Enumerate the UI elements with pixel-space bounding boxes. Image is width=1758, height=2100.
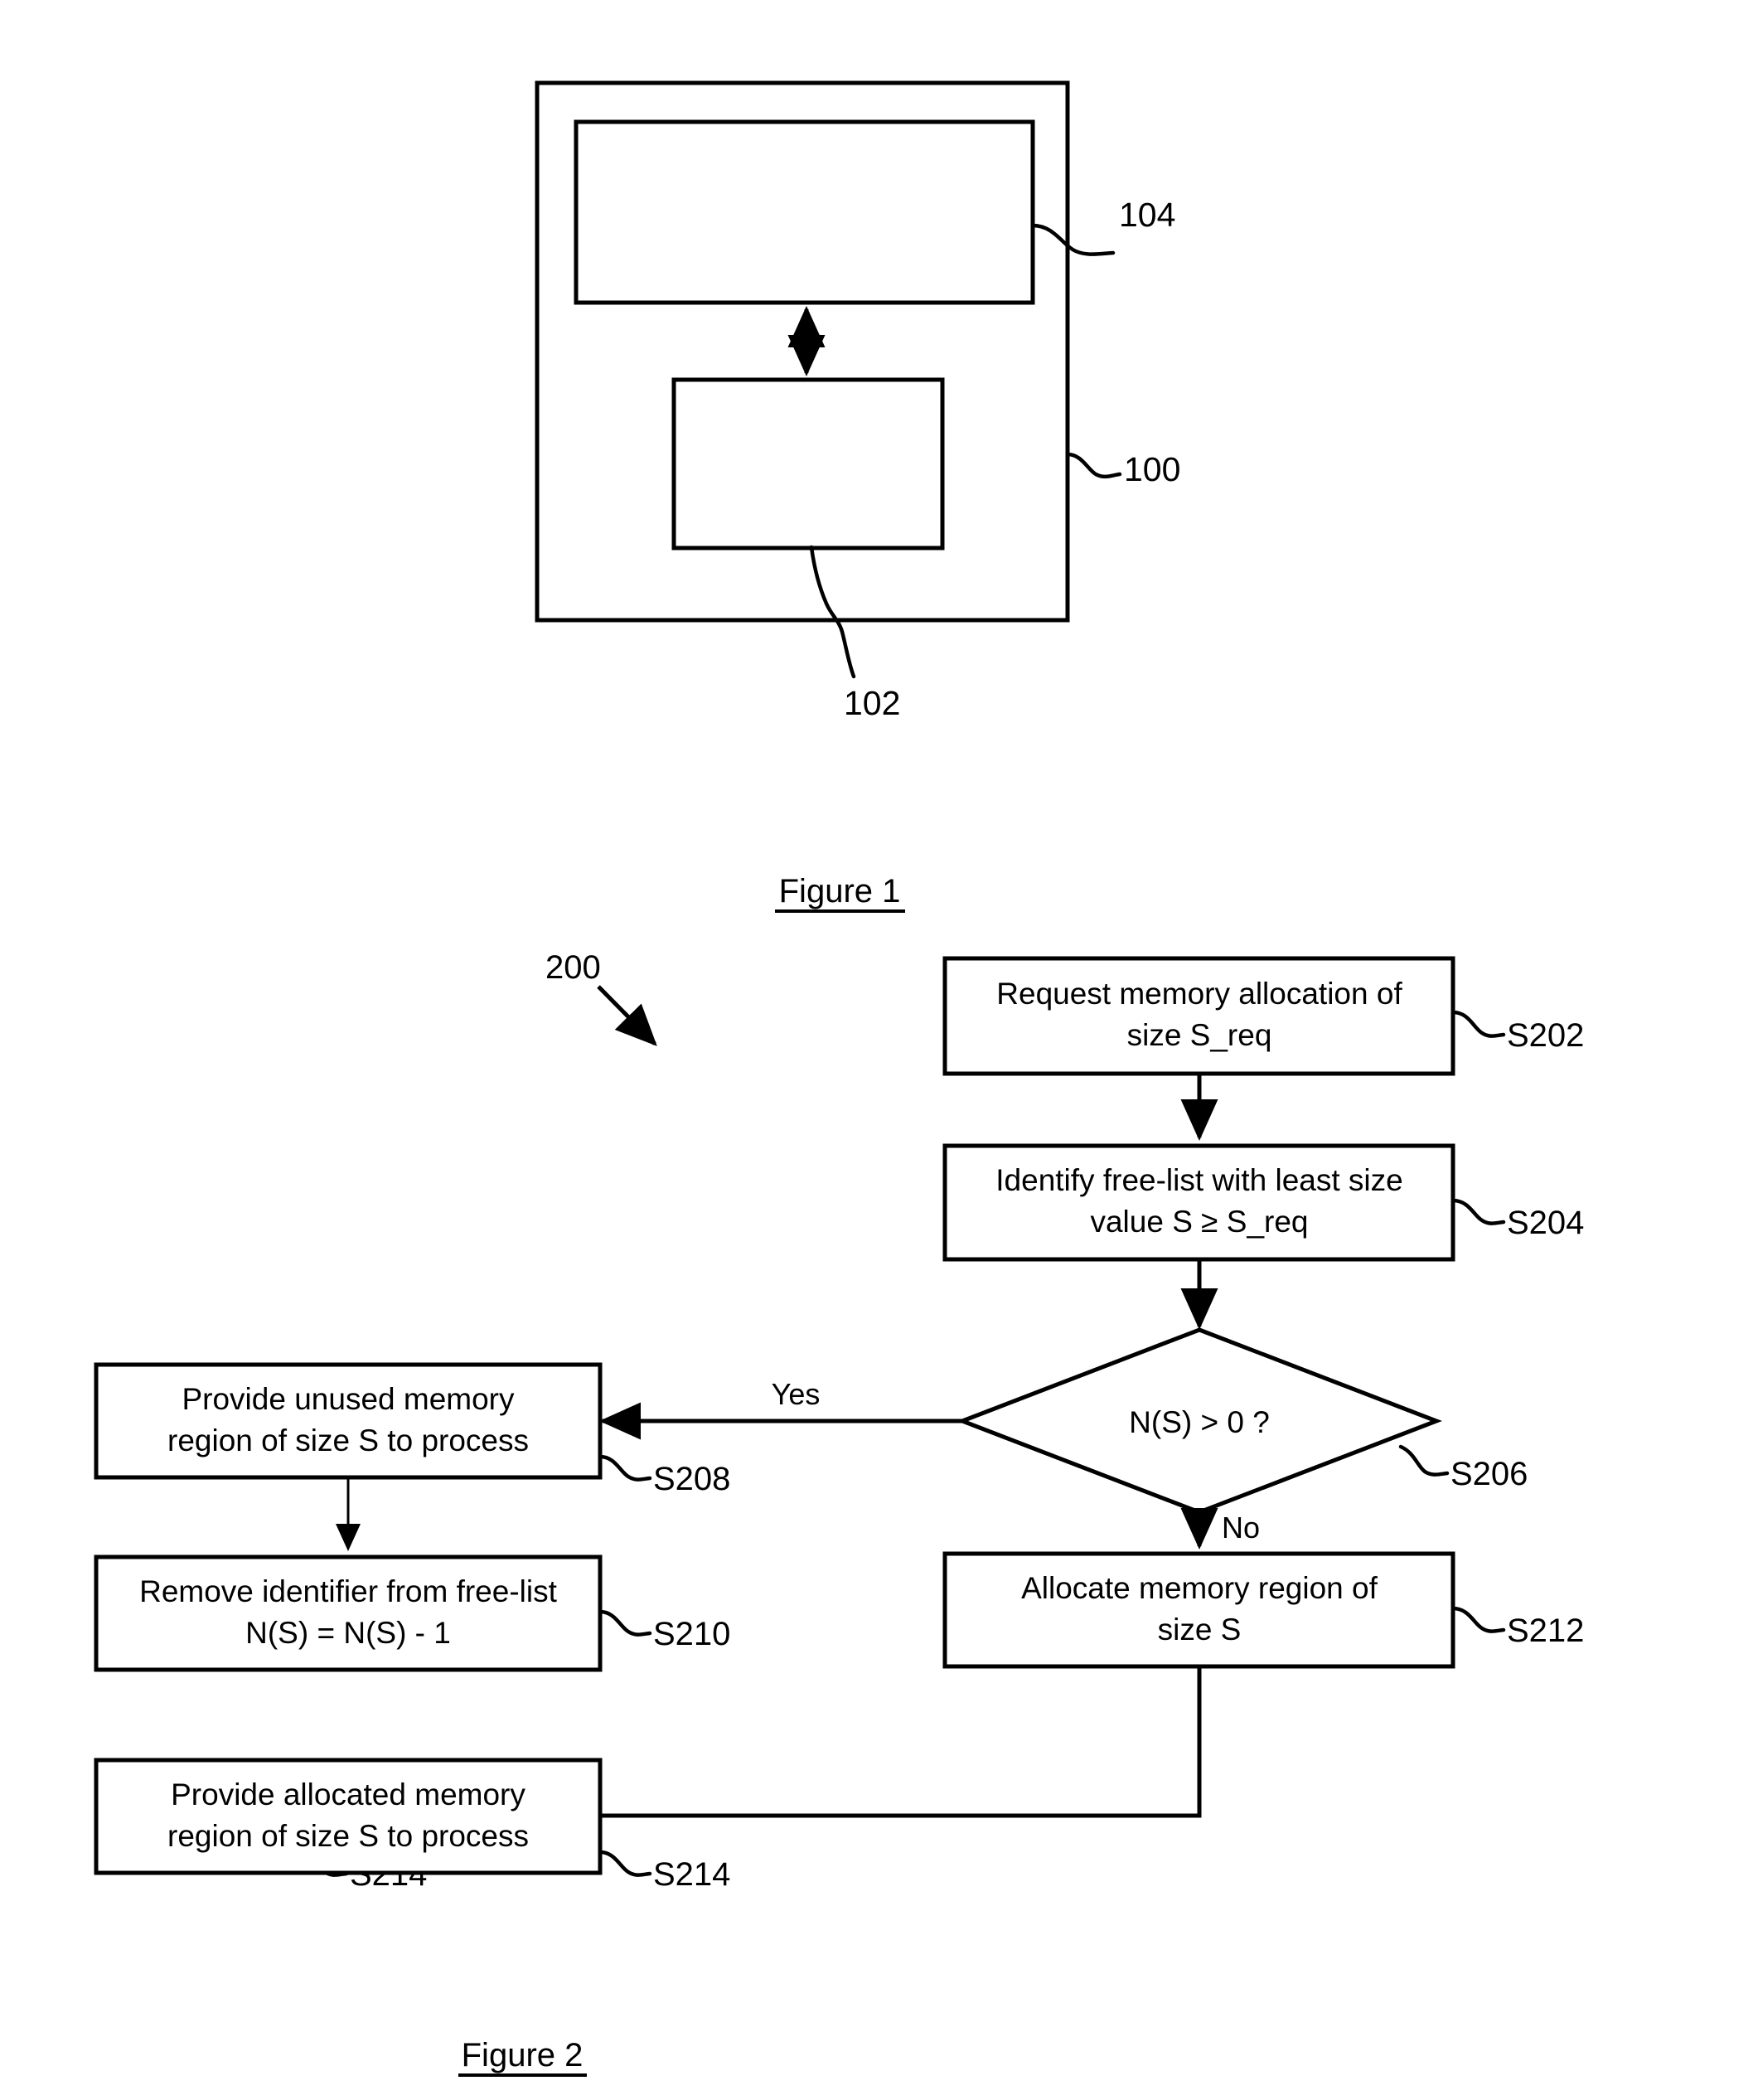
patent-drawing-sheet: 104 100 102 Figure 1 200 Request memory … — [0, 0, 1758, 2100]
figure1-ref-104: 104 — [1119, 196, 1175, 234]
node-s212-line1: Allocate memory region of — [1021, 1571, 1378, 1605]
node-s212-line2: size S — [1158, 1613, 1242, 1647]
node-s210-ref: S210 — [653, 1616, 730, 1652]
node-s210-line2: N(S) = N(S) - 1 — [245, 1616, 451, 1650]
node-s204-ref: S204 — [1507, 1205, 1584, 1241]
node-s202-line1: Request memory allocation of — [996, 977, 1402, 1011]
node-s212-leader — [1450, 1606, 1506, 1633]
figure2-ref-200: 200 — [545, 949, 601, 986]
node-s214-leader — [294, 1850, 349, 1877]
node-s214-line2: region of size S to process — [167, 1819, 529, 1853]
node-s206-line1: N(S) > 0 ? — [1129, 1405, 1270, 1439]
node-s208-line1: Provide unused memory — [182, 1382, 515, 1416]
node-s208-ref: S208 — [653, 1461, 730, 1497]
figure1-lower-block-102 — [671, 377, 945, 550]
figure1-leader-100 — [1065, 452, 1122, 479]
node-s206-leader — [1398, 1444, 1450, 1477]
node-s202-line2: size S_req — [1127, 1018, 1272, 1052]
edge-no-label: No — [1222, 1511, 1260, 1545]
node-s208-line2: region of size S to process — [167, 1423, 529, 1457]
figure1-caption: Figure 1 — [779, 873, 901, 909]
node-s204-line1: Identify free-list with least size — [995, 1163, 1402, 1197]
figure-1-group: 104 100 102 Figure 1 — [535, 80, 1180, 913]
figure2-ref-200-pointer — [597, 985, 657, 1046]
figure-2-group: 200 Request memory allocation of size S_… — [94, 949, 1584, 2077]
node-s206-ref: S206 — [1450, 1456, 1528, 1492]
node-s202-leader — [1450, 1010, 1506, 1038]
figure1-upper-block-104 — [574, 119, 1035, 305]
node-s212-ref: S212 — [1507, 1613, 1584, 1649]
edge-yes-label: Yes — [772, 1377, 821, 1411]
figure2-caption: Figure 2 — [462, 2037, 584, 2073]
node-s202-ref: S202 — [1507, 1017, 1584, 1054]
figure1-ref-100: 100 — [1124, 450, 1180, 488]
node-s214-line1: Provide allocated memory — [171, 1777, 525, 1811]
node-s204-line2: value S ≥ S_req — [1090, 1205, 1308, 1239]
node-s214-ref: S214 — [350, 1856, 427, 1893]
figure1-ref-102: 102 — [844, 684, 900, 722]
node-s210-line1: Remove identifier from free-list — [139, 1574, 557, 1608]
node-s202-box — [942, 956, 1455, 1076]
drawing-canvas: 104 100 102 Figure 1 200 Request memory … — [94, 80, 1584, 2077]
node-s204-leader — [1450, 1198, 1506, 1225]
node-s210-leader — [598, 1609, 652, 1637]
node-s208-leader — [598, 1454, 652, 1482]
